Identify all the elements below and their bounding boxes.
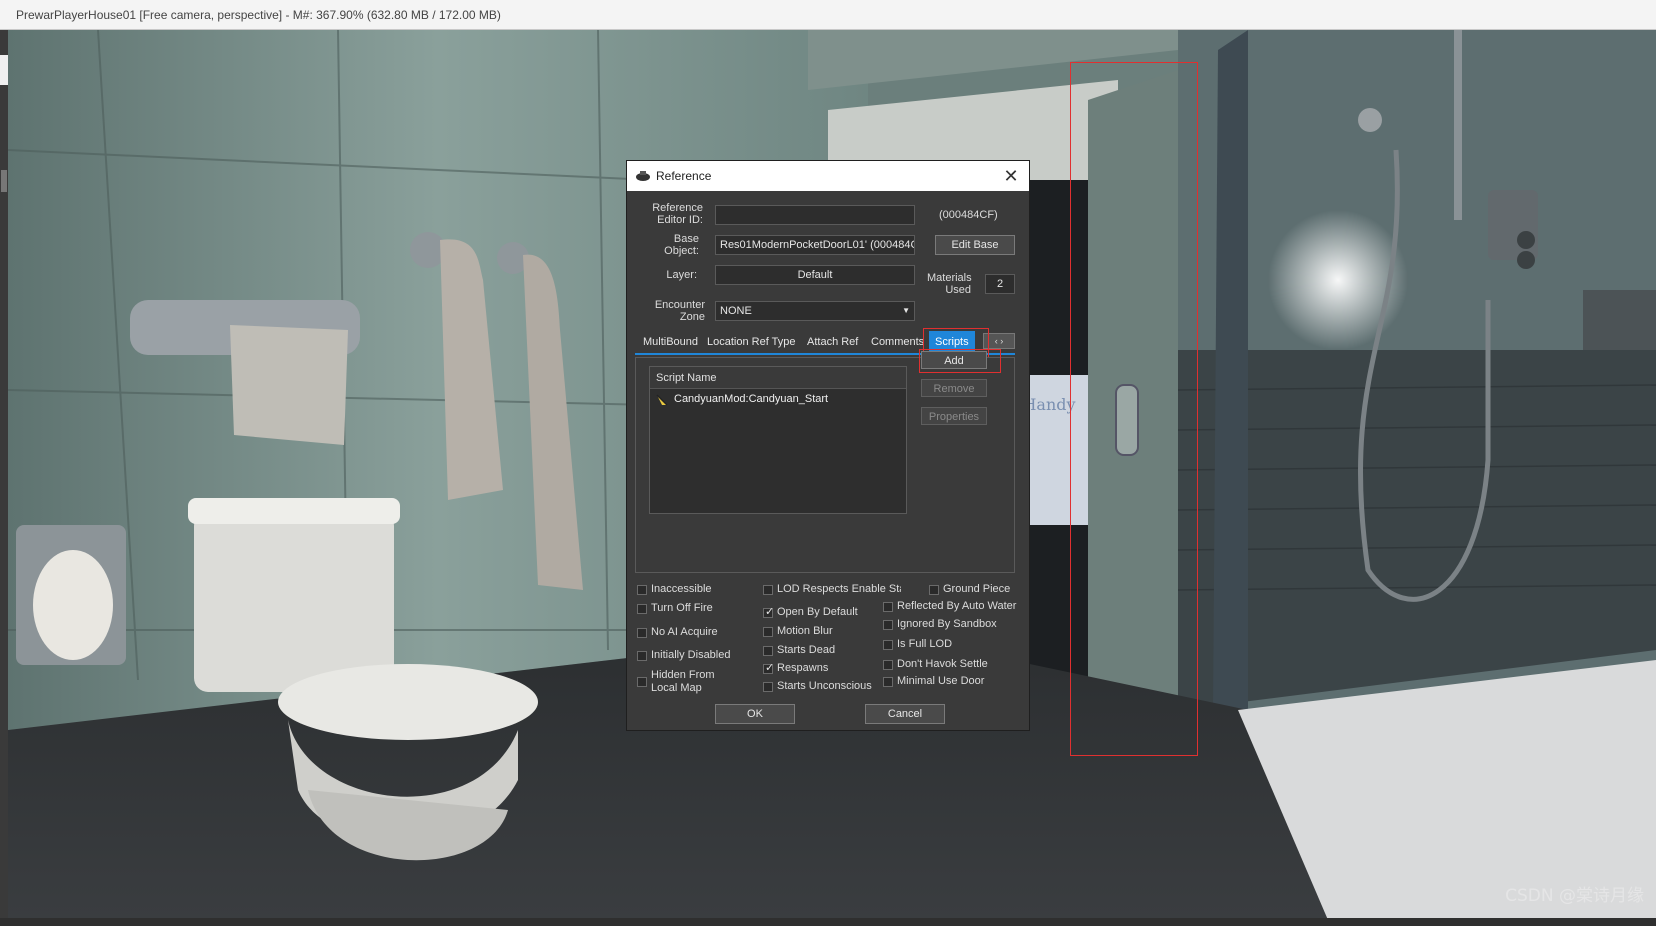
watermark: CSDN @棠诗月缘 (1505, 886, 1644, 906)
tab-scroll-arrows[interactable]: ‹ › (983, 333, 1015, 349)
left-panel-tab[interactable] (0, 55, 8, 85)
form-id: (000484CF) (939, 209, 998, 221)
edit-base-button[interactable]: Edit Base (935, 235, 1015, 255)
tab-multibound[interactable]: MultiBound (643, 331, 698, 353)
app-icon (636, 171, 650, 181)
materials-used-label: Materials Used (927, 272, 972, 296)
base-object-field[interactable]: Res01ModernPocketDoorL01' (000484CE (715, 235, 915, 255)
base-object-label: Base Object: (664, 233, 699, 257)
dropdown-arrow-icon: ▼ (902, 306, 910, 315)
encounter-zone-select[interactable]: NONE ▼ (715, 301, 915, 321)
window-titlebar: PrewarPlayerHouse01 [Free camera, perspe… (0, 0, 1656, 30)
tab-comments[interactable]: Comments (871, 331, 924, 353)
encounter-zone-label: Encounter Zone (654, 299, 705, 323)
dialog-titlebar[interactable]: Reference ✕ (627, 161, 1029, 191)
script-icon (656, 394, 668, 406)
layer-field[interactable]: Default (715, 265, 915, 285)
add-button[interactable]: Add (921, 351, 987, 369)
lod-respects-enable-state-checkbox[interactable]: LOD Respects Enable State (763, 583, 901, 599)
script-list-header[interactable]: Script Name (650, 367, 906, 389)
check-icon: ✓ (765, 606, 775, 618)
dialog-title: Reference (656, 169, 712, 183)
bottom-edge (0, 918, 1656, 926)
remove-button[interactable]: Remove (921, 379, 987, 397)
script-name-column: Script Name (656, 372, 717, 384)
tab-attach-ref[interactable]: Attach Ref (807, 331, 858, 353)
script-list[interactable]: Script Name CandyuanMod:Candyuan_Start (649, 366, 907, 514)
script-name: CandyuanMod:Candyuan_Start (674, 393, 829, 405)
list-item[interactable]: CandyuanMod:Candyuan_Start (654, 392, 894, 408)
ok-button[interactable]: OK (715, 704, 795, 724)
tab-bar: MultiBound Location Ref Type Attach Ref … (635, 331, 1019, 353)
layer-label: Layer: (666, 269, 697, 281)
properties-button[interactable]: Properties (921, 407, 987, 425)
tab-location-ref-type[interactable]: Location Ref Type (707, 331, 795, 353)
encounter-zone-value: NONE (720, 305, 752, 317)
cancel-button[interactable]: Cancel (865, 704, 945, 724)
materials-used-field: 2 (985, 274, 1015, 294)
reference-editor-id-field[interactable] (715, 205, 915, 225)
tab-scripts[interactable]: Scripts (929, 331, 975, 353)
left-panel-handle[interactable] (1, 170, 7, 192)
window-title: PrewarPlayerHouse01 [Free camera, perspe… (16, 8, 501, 22)
left-panel-strip (0, 30, 8, 926)
close-icon[interactable]: ✕ (999, 164, 1023, 188)
reference-editor-id-label: Reference Editor ID: (652, 202, 703, 226)
check-icon: ✓ (765, 662, 775, 674)
minimal-use-door-checkbox[interactable]: Minimal Use Door (883, 675, 1003, 691)
reference-dialog: Reference ✕ Reference Editor ID: (000484… (626, 160, 1030, 731)
